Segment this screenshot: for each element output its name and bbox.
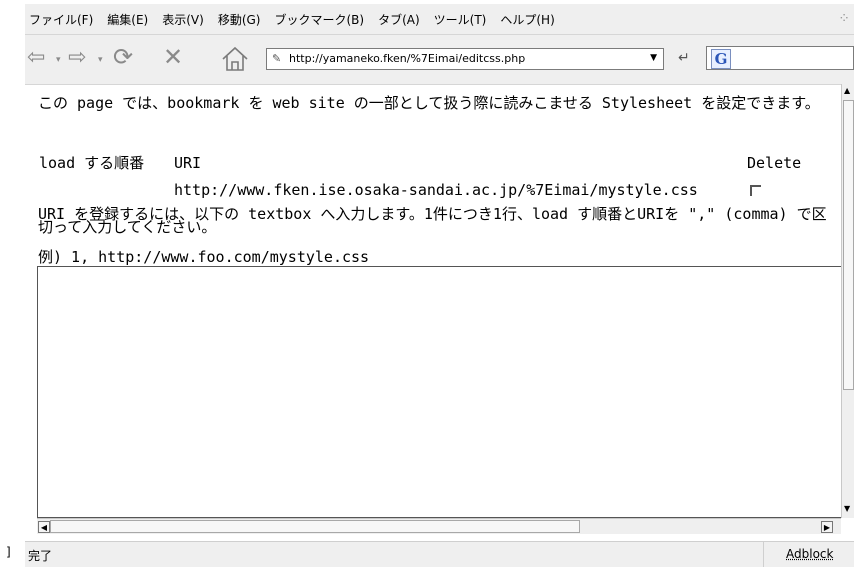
- menu-file[interactable]: ファイル(F): [29, 11, 93, 28]
- intro-text: この page では、bookmark を web site の一部として扱う際…: [38, 94, 820, 112]
- header-order: load する順番: [39, 154, 145, 172]
- menu-help[interactable]: ヘルプ(H): [500, 11, 554, 28]
- menubar: ファイル(F) 編集(E) 表示(V) 移動(G) ブックマーク(B) タブ(A…: [25, 4, 854, 34]
- stylesheet-textarea[interactable]: [37, 266, 853, 518]
- left-edge-mark: ]: [6, 545, 11, 559]
- vertical-scroll-thumb[interactable]: [843, 100, 854, 390]
- scroll-left-icon[interactable]: ◀: [38, 521, 50, 533]
- header-delete: Delete: [747, 154, 802, 172]
- menu-view[interactable]: 表示(V): [162, 11, 204, 28]
- site-icon: ✎: [272, 52, 282, 65]
- google-icon[interactable]: G: [711, 49, 731, 69]
- adblock-button[interactable]: Adblock: [763, 542, 854, 567]
- url-bar[interactable]: ✎ http://yamaneko.fken/%7Eimai/editcss.p…: [266, 48, 664, 70]
- status-bar: 完了 Adblock: [25, 541, 854, 567]
- home-icon[interactable]: [220, 46, 250, 77]
- url-dropdown-icon[interactable]: ▼: [650, 53, 657, 63]
- back-arrow-icon[interactable]: ⇦: [27, 47, 45, 69]
- stop-icon[interactable]: ✕: [163, 45, 183, 69]
- horizontal-scrollbar[interactable]: ◀ ▶: [37, 518, 841, 534]
- menu-bookmarks[interactable]: ブックマーク(B): [274, 11, 364, 28]
- throbber-icon: ⁘: [838, 11, 850, 27]
- forward-arrow-icon[interactable]: ⇨: [68, 47, 86, 69]
- scroll-up-icon[interactable]: ▲: [844, 86, 850, 95]
- back-dropdown-icon[interactable]: ▾: [56, 55, 61, 65]
- example-text: 例) 1, http://www.foo.com/mystyle.css: [38, 248, 370, 266]
- url-text[interactable]: http://yamaneko.fken/%7Eimai/editcss.php: [289, 52, 525, 65]
- navigation-toolbar: ⇦ ▾ ⇨ ▾ ⟳ ✕ ✎ http://yamaneko.fken/%7Eim…: [25, 34, 854, 85]
- forward-dropdown-icon[interactable]: ▾: [98, 55, 103, 65]
- header-uri: URI: [174, 154, 202, 172]
- search-box[interactable]: G: [706, 46, 854, 70]
- menu-go[interactable]: 移動(G): [218, 11, 261, 28]
- horizontal-scroll-thumb[interactable]: [50, 520, 580, 533]
- delete-checkbox[interactable]: [750, 185, 761, 196]
- scroll-right-icon[interactable]: ▶: [821, 521, 833, 533]
- status-text: 完了: [28, 549, 53, 563]
- reload-icon[interactable]: ⟳: [113, 45, 133, 69]
- vertical-scrollbar[interactable]: ▲ ▼: [841, 84, 854, 518]
- stylesheet-uri: http://www.fken.ise.osaka-sandai.ac.jp/%…: [174, 181, 698, 199]
- menu-edit[interactable]: 編集(E): [107, 11, 148, 28]
- go-icon[interactable]: ↵: [678, 50, 690, 66]
- menu-tools[interactable]: ツール(T): [434, 11, 487, 28]
- instructions-text: URI を登録するには、以下の textbox へ入力します。1件につき1行、l…: [38, 205, 827, 236]
- menu-tabs[interactable]: タブ(A): [378, 11, 420, 28]
- scroll-down-icon[interactable]: ▼: [844, 504, 850, 513]
